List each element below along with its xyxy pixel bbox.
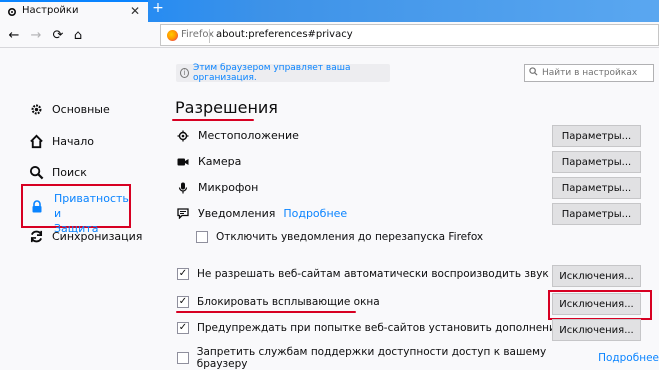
sidebar-item-label: Начало [52, 134, 95, 148]
permission-label: Микрофон [198, 181, 259, 194]
sidebar-item-label: Основные [52, 102, 110, 116]
checkbox-label: Запретить службам поддержки доступности … [196, 346, 547, 370]
notification-icon [177, 208, 189, 220]
home-icon: ⌂ [73, 27, 83, 43]
checkbox-label: Не разрешать веб-сайтам автоматически во… [197, 268, 549, 280]
sidebar-item-general[interactable]: Основные [28, 101, 110, 117]
info-icon: i [180, 68, 190, 78]
block-autoplay-checkbox[interactable]: ✓ Не разрешать веб-сайтам автоматически … [177, 268, 549, 280]
back-button[interactable]: ← [4, 25, 24, 45]
organization-policy-text: Этим браузером управляет ваша организаци… [193, 63, 351, 83]
sidebar-item-label-line1: Приватность и [54, 192, 129, 220]
section-title: Разрешения [175, 98, 278, 117]
checkbox-unchecked[interactable] [177, 352, 189, 364]
block-popups-checkbox[interactable]: ✓ Блокировать всплывающие окна [177, 296, 380, 308]
checkbox-checked[interactable]: ✓ [177, 322, 189, 334]
lock-icon [32, 200, 42, 213]
addons-exceptions-button[interactable]: Исключения... [552, 319, 641, 341]
sidebar-item-privacy[interactable]: Приватность и Защита [21, 184, 131, 235]
annotation-highlight-box [548, 290, 652, 320]
url-text[interactable]: about:preferences#privacy [216, 29, 353, 40]
sidebar-item-home[interactable]: Начало [28, 133, 94, 149]
search-icon [28, 164, 44, 180]
checkbox-checked[interactable]: ✓ [177, 296, 189, 308]
organization-policy-banner[interactable]: i Этим браузером управляет ваша организа… [176, 63, 390, 83]
microphone-icon [177, 182, 189, 194]
tab-settings[interactable]: Настройки ✕ [0, 0, 148, 22]
url-separator [209, 29, 210, 43]
gear-icon [7, 7, 17, 17]
tab-strip: Настройки ✕ + [0, 0, 659, 22]
permission-microphone: Микрофон [177, 181, 258, 194]
learn-more-link[interactable]: Подробнее [598, 352, 659, 364]
location-settings-button[interactable]: Параметры... [552, 125, 641, 147]
gear-icon [28, 101, 44, 117]
url-bar[interactable]: Firefox about:preferences#privacy [160, 24, 659, 46]
permission-label: Камера [198, 155, 242, 168]
checkbox-unchecked[interactable] [196, 231, 208, 243]
location-icon [177, 130, 189, 142]
permission-label: Уведомления [198, 207, 276, 220]
reload-button[interactable]: ⟳ [48, 25, 68, 45]
sidebar-item-label: Синхронизация [52, 229, 143, 243]
sidebar-item-label: Поиск [52, 165, 87, 179]
autoplay-exceptions-button[interactable]: Исключения... [552, 265, 641, 287]
forward-button[interactable]: → [26, 25, 46, 45]
checkbox-label: Предупреждать при попытке веб-сайтов уст… [197, 322, 563, 334]
new-tab-button[interactable]: + [150, 0, 166, 16]
reload-icon: ⟳ [52, 27, 64, 43]
checkbox-label: Отключить уведомления до перезапуска Fir… [216, 231, 484, 243]
pause-notifications-checkbox[interactable]: Отключить уведомления до перезапуска Fir… [196, 231, 483, 243]
sync-icon [28, 228, 44, 244]
block-accessibility-checkbox[interactable]: Запретить службам поддержки доступности … [177, 346, 659, 370]
camera-icon [177, 156, 189, 168]
microphone-settings-button[interactable]: Параметры... [552, 177, 641, 199]
search-input[interactable]: Найти в настройках [524, 64, 654, 82]
forward-icon: → [30, 27, 42, 43]
sidebar-item-search[interactable]: Поиск [28, 164, 87, 180]
firefox-icon [167, 30, 178, 41]
annotation-underline [172, 119, 254, 121]
back-icon: ← [8, 27, 20, 43]
camera-settings-button[interactable]: Параметры... [552, 151, 641, 173]
home-icon [28, 133, 44, 149]
search-placeholder: Найти в настройках [542, 68, 638, 78]
warn-addons-checkbox[interactable]: ✓ Предупреждать при попытке веб-сайтов у… [177, 322, 562, 334]
notifications-settings-button[interactable]: Параметры... [552, 203, 641, 225]
checkbox-checked[interactable]: ✓ [177, 268, 189, 280]
permission-camera: Камера [177, 155, 241, 168]
learn-more-link[interactable]: Подробнее [283, 207, 347, 220]
permission-notifications: Уведомления Подробнее [177, 207, 347, 220]
tab-title: Настройки [22, 5, 79, 16]
search-icon [529, 67, 538, 79]
annotation-underline [176, 311, 356, 313]
checkbox-label: Блокировать всплывающие окна [197, 296, 380, 308]
home-button[interactable]: ⌂ [68, 25, 88, 45]
close-icon[interactable]: ✕ [130, 4, 140, 18]
sidebar-item-sync[interactable]: Синхронизация [28, 228, 142, 244]
permission-label: Местоположение [198, 129, 299, 142]
permission-location: Местоположение [177, 129, 299, 142]
